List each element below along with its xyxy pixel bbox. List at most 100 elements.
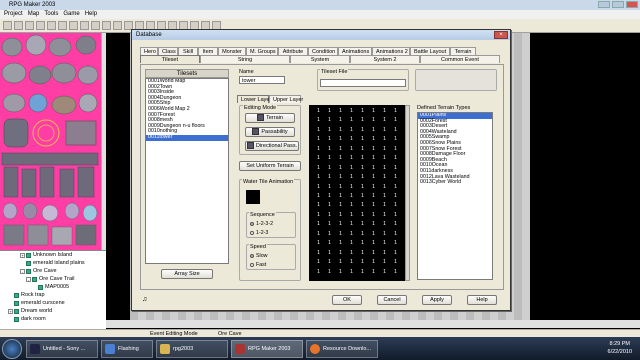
map-tree-item[interactable]: - Ore Cave Trail xyxy=(0,275,106,283)
terrain-tile-cell[interactable]: 1 xyxy=(335,174,346,183)
new-project-icon[interactable] xyxy=(3,21,12,30)
terrain-tile-cell[interactable]: 1 xyxy=(335,193,346,202)
terrain-tile-cell[interactable]: 1 xyxy=(390,240,401,249)
task-firefox[interactable]: Resource Downlo... xyxy=(306,339,378,358)
tab-monster[interactable]: Monster xyxy=(218,47,246,55)
terrain-tile-cell[interactable]: 1 xyxy=(346,240,357,249)
cancel-button[interactable]: Cancel xyxy=(377,295,407,305)
map-tree-item[interactable]: + Unknown Island xyxy=(0,251,106,259)
terrain-tile-cell[interactable]: 1 xyxy=(346,165,357,174)
task-flashing[interactable]: Flashing xyxy=(101,339,153,358)
terrain-tile-cell[interactable]: 1 xyxy=(313,231,324,240)
terrain-tile-cell[interactable]: 1 xyxy=(313,108,324,117)
expander[interactable]: + xyxy=(8,308,13,314)
terrain-tile-cell[interactable]: 1 xyxy=(368,250,379,259)
terrain-tile-cell[interactable]: 1 xyxy=(379,212,390,221)
terrain-tile-cell[interactable]: 1 xyxy=(324,231,335,240)
terrain-tile-cell[interactable]: 1 xyxy=(313,193,324,202)
terrain-tile-cell[interactable]: 1 xyxy=(324,155,335,164)
tab-animations-2[interactable]: Animations 2 xyxy=(372,47,410,55)
terrain-tile-cell[interactable]: 1 xyxy=(379,165,390,174)
terrain-tile-cell[interactable]: 1 xyxy=(390,127,401,136)
terrain-tile-cell[interactable]: 1 xyxy=(313,212,324,221)
terrain-tile-cell[interactable]: 1 xyxy=(324,212,335,221)
terrain-tile-cell[interactable]: 1 xyxy=(324,250,335,259)
terrain-tile-cell[interactable]: 1 xyxy=(379,193,390,202)
terrain-tile-cell[interactable]: 1 xyxy=(357,146,368,155)
terrain-tile-cell[interactable]: 1 xyxy=(324,174,335,183)
terrain-tile-cell[interactable]: 1 xyxy=(335,146,346,155)
terrain-tile-cell[interactable]: 1 xyxy=(357,108,368,117)
tab-attribute[interactable]: Attribute xyxy=(278,47,308,55)
terrain-tile-cell[interactable]: 1 xyxy=(368,269,379,278)
terrain-tile-cell[interactable]: 1 xyxy=(324,108,335,117)
terrain-tile-cell[interactable]: 1 xyxy=(335,259,346,268)
terrain-mode-button[interactable]: Terrain xyxy=(245,113,295,123)
array-size-button[interactable]: Array Size xyxy=(161,269,213,279)
terrain-tile-cell[interactable]: 1 xyxy=(379,136,390,145)
tab-lower-layer[interactable]: Lower Layer xyxy=(237,95,271,103)
tab-condition[interactable]: Condition xyxy=(308,47,338,55)
save-icon[interactable] xyxy=(36,21,45,30)
terrain-tile-cell[interactable]: 1 xyxy=(346,127,357,136)
terrain-tile-cell[interactable]: 1 xyxy=(357,269,368,278)
terrain-tile-grid[interactable]: 1111111111111111111111111111111111111111… xyxy=(309,105,405,281)
tab-string[interactable]: String xyxy=(200,55,290,63)
tileset-file-field[interactable] xyxy=(320,79,406,87)
terrain-tile-cell[interactable]: 1 xyxy=(335,250,346,259)
terrain-tile-cell[interactable]: 1 xyxy=(379,146,390,155)
terrain-tile-cell[interactable]: 1 xyxy=(368,231,379,240)
expander[interactable]: - xyxy=(26,276,31,282)
terrain-tile-cell[interactable]: 1 xyxy=(335,117,346,126)
terrain-tile-cell[interactable]: 1 xyxy=(313,136,324,145)
terrain-tile-cell[interactable]: 1 xyxy=(390,212,401,221)
terrain-tile-cell[interactable]: 1 xyxy=(346,202,357,211)
ok-button[interactable]: OK xyxy=(332,295,362,305)
terrain-tile-cell[interactable]: 1 xyxy=(357,165,368,174)
terrain-tile-cell[interactable]: 1 xyxy=(313,165,324,174)
terrain-tile-cell[interactable]: 1 xyxy=(346,259,357,268)
tab-upper-layer[interactable]: Upper Layer xyxy=(269,95,303,103)
terrain-tile-cell[interactable]: 1 xyxy=(357,127,368,136)
terrain-tile-cell[interactable]: 1 xyxy=(313,155,324,164)
tab-skill[interactable]: Skill xyxy=(178,47,198,55)
terrain-tile-cell[interactable]: 1 xyxy=(368,202,379,211)
terrain-tile-cell[interactable]: 1 xyxy=(390,269,401,278)
terrain-tile-cell[interactable]: 1 xyxy=(346,231,357,240)
terrain-tile-cell[interactable]: 1 xyxy=(335,269,346,278)
terrain-tile-cell[interactable]: 1 xyxy=(368,212,379,221)
terrain-tile-cell[interactable]: 1 xyxy=(390,136,401,145)
terrain-tile-cell[interactable]: 1 xyxy=(346,117,357,126)
terrain-tile-cell[interactable]: 1 xyxy=(324,117,335,126)
terrain-tile-cell[interactable]: 1 xyxy=(313,117,324,126)
terrain-tile-cell[interactable]: 1 xyxy=(390,193,401,202)
terrain-tile-cell[interactable]: 1 xyxy=(379,174,390,183)
map-tree-item[interactable]: emerald curscene xyxy=(0,299,106,307)
terrain-tile-cell[interactable]: 1 xyxy=(346,212,357,221)
map-horizontal-scrollbar[interactable] xyxy=(106,320,640,328)
map-tree-item[interactable]: MAP0005 xyxy=(0,283,106,291)
terrain-tile-cell[interactable]: 1 xyxy=(368,174,379,183)
map-tree-item[interactable]: + Dream world xyxy=(0,307,106,315)
terrain-tile-cell[interactable]: 1 xyxy=(368,127,379,136)
terrain-tile-cell[interactable]: 1 xyxy=(346,174,357,183)
terrain-types-listbox[interactable]: 0001Plains 0002Forest 0003Desert 0004Was… xyxy=(417,112,493,280)
terrain-tile-cell[interactable]: 1 xyxy=(368,117,379,126)
terrain-tile-cell[interactable]: 1 xyxy=(379,250,390,259)
tab-tileset[interactable]: Tileset xyxy=(140,55,200,63)
map-tree-item[interactable]: emerald island plains xyxy=(0,259,106,267)
task-sony[interactable]: Untitled - Sony ... xyxy=(26,339,98,358)
terrain-tile-cell[interactable]: 1 xyxy=(357,184,368,193)
terrain-tile-cell[interactable]: 1 xyxy=(313,221,324,230)
open-project-icon[interactable] xyxy=(14,21,23,30)
apply-button[interactable]: Apply xyxy=(422,295,452,305)
terrain-tile-cell[interactable]: 1 xyxy=(390,184,401,193)
terrain-tile-cell[interactable]: 1 xyxy=(368,221,379,230)
terrain-tile-cell[interactable]: 1 xyxy=(368,259,379,268)
terrain-tile-cell[interactable]: 1 xyxy=(346,146,357,155)
terrain-tile-cell[interactable]: 1 xyxy=(390,250,401,259)
terrain-tile-cell[interactable]: 1 xyxy=(357,202,368,211)
terrain-tile-cell[interactable]: 1 xyxy=(324,127,335,136)
terrain-tile-cell[interactable]: 1 xyxy=(379,184,390,193)
tab-terrain[interactable]: Terrain xyxy=(450,47,476,55)
